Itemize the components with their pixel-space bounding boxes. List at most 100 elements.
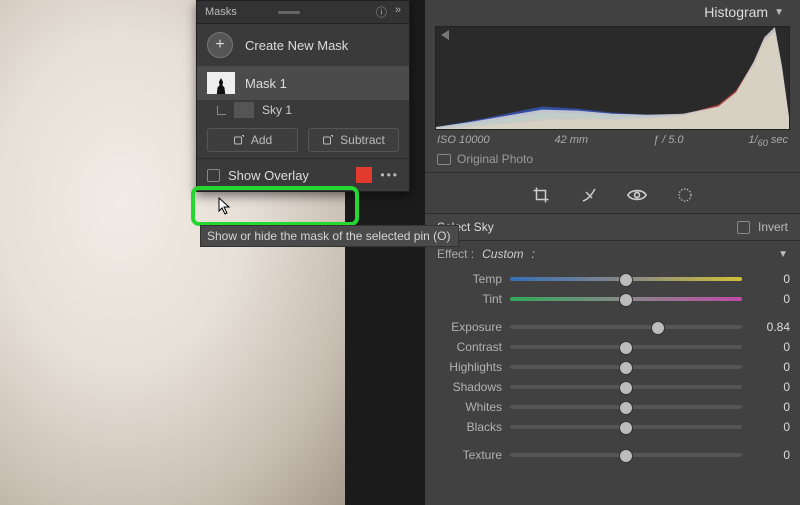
slider-label: Whites xyxy=(435,400,502,414)
slider-whites[interactable]: Whites 0 xyxy=(435,397,790,417)
create-mask-button[interactable]: + xyxy=(207,32,233,58)
effect-label: Effect : xyxy=(437,247,474,261)
slider-knob[interactable] xyxy=(619,401,633,415)
readout-shutter: 1/60 sec xyxy=(748,134,788,148)
overlay-color-swatch[interactable] xyxy=(356,167,372,183)
panel-grip-icon[interactable] xyxy=(278,11,300,14)
slider-track[interactable] xyxy=(510,292,742,306)
slider-knob[interactable] xyxy=(619,293,633,307)
slider-label: Exposure xyxy=(435,320,502,334)
clip-left-icon[interactable] xyxy=(441,30,449,40)
masks-panel[interactable]: Masks ⓘ » + Create New Mask Mask 1 Sky 1… xyxy=(196,0,410,192)
slider-track[interactable] xyxy=(510,340,742,354)
add-label: Add xyxy=(251,133,272,147)
original-photo-label: Original Photo xyxy=(457,152,533,166)
slider-knob[interactable] xyxy=(651,321,665,335)
right-panel: Histogram ▼ ISO 10000 42 mm ƒ / 5.0 1/60… xyxy=(425,0,800,505)
histogram-title: Histogram xyxy=(704,4,768,20)
subtract-button[interactable]: Subtract xyxy=(308,128,399,152)
tree-corner-icon xyxy=(217,106,226,115)
more-icon[interactable]: ••• xyxy=(380,168,399,182)
masks-title-label: Masks xyxy=(205,6,237,18)
mask-item[interactable]: Mask 1 xyxy=(197,66,409,100)
slider-label: Temp xyxy=(435,272,502,286)
readout-focal: 42 mm xyxy=(554,134,588,148)
slider-track[interactable] xyxy=(510,272,742,286)
slider-knob[interactable] xyxy=(619,421,633,435)
effect-suffix: : xyxy=(531,247,534,261)
tooltip-text: Show or hide the mask of the selected pi… xyxy=(207,229,450,243)
effect-row[interactable]: Effect : Custom : ▼ xyxy=(425,241,800,267)
slider-value: 0 xyxy=(750,400,790,414)
subtract-icon xyxy=(322,134,334,146)
show-overlay-label: Show Overlay xyxy=(228,168,309,183)
slider-knob[interactable] xyxy=(619,449,633,463)
info-icon[interactable]: ⓘ xyxy=(376,4,387,20)
slider-label: Shadows xyxy=(435,380,502,394)
slider-shadows[interactable]: Shadows 0 xyxy=(435,377,790,397)
slider-contrast[interactable]: Contrast 0 xyxy=(435,337,790,357)
slider-knob[interactable] xyxy=(619,381,633,395)
slider-track[interactable] xyxy=(510,420,742,434)
slider-knob[interactable] xyxy=(619,341,633,355)
heal-tool-icon[interactable] xyxy=(579,185,599,205)
create-mask-row[interactable]: + Create New Mask xyxy=(197,24,409,66)
slider-highlights[interactable]: Highlights0 xyxy=(435,357,790,377)
slider-value: 0 xyxy=(750,448,790,462)
tooltip: Show or hide the mask of the selected pi… xyxy=(200,225,459,247)
slider-knob[interactable] xyxy=(619,273,633,287)
slider-blacks[interactable]: Blacks0 xyxy=(435,417,790,437)
masks-title-icons: ⓘ » xyxy=(376,4,401,20)
slider-value: 0 xyxy=(750,340,790,354)
slider-texture[interactable]: Texture 0 xyxy=(435,445,790,465)
checkbox-icon xyxy=(437,154,451,165)
slider-value: 0 xyxy=(750,292,790,306)
slider-track[interactable] xyxy=(510,400,742,414)
slider-value: 0 xyxy=(750,420,790,434)
effect-value: Custom xyxy=(482,247,523,261)
slider-exposure[interactable]: Exposure 0.84 xyxy=(435,317,790,337)
slider-track[interactable] xyxy=(510,448,742,462)
slider-knob[interactable] xyxy=(619,361,633,375)
crop-tool-icon[interactable] xyxy=(531,185,551,205)
mask-item-label: Mask 1 xyxy=(245,76,287,91)
slider-group: Temp0Tint0Exposure0.84Contrast0Highlight… xyxy=(425,267,800,467)
histogram-header[interactable]: Histogram ▼ xyxy=(425,0,800,22)
masks-titlebar[interactable]: Masks ⓘ » xyxy=(197,1,409,24)
invert-checkbox[interactable] xyxy=(737,221,750,234)
tool-row xyxy=(425,177,800,213)
slider-value: 0 xyxy=(750,380,790,394)
slider-label: Texture xyxy=(435,448,502,462)
disclosure-icon[interactable]: ▼ xyxy=(778,249,788,260)
section-header: Select Sky Invert xyxy=(425,213,800,241)
histogram-readout: ISO 10000 42 mm ƒ / 5.0 1/60 sec xyxy=(437,134,788,148)
slider-label: Contrast xyxy=(435,340,502,354)
redeye-tool-icon[interactable] xyxy=(627,185,647,205)
original-photo-toggle[interactable]: Original Photo xyxy=(437,152,788,166)
slider-track[interactable] xyxy=(510,360,742,374)
slider-track[interactable] xyxy=(510,320,742,334)
slider-value: 0 xyxy=(750,272,790,286)
histogram-chart[interactable] xyxy=(435,26,790,130)
add-subtract-row: Add Subtract xyxy=(197,122,409,158)
add-button[interactable]: Add xyxy=(207,128,298,152)
subtract-label: Subtract xyxy=(340,133,385,147)
sky-thumb-icon xyxy=(234,102,254,118)
slider-value: 0.84 xyxy=(750,320,790,334)
slider-track[interactable] xyxy=(510,380,742,394)
create-mask-label: Create New Mask xyxy=(245,38,348,53)
chevron-down-icon: ▼ xyxy=(774,7,784,18)
slider-temp[interactable]: Temp 0 xyxy=(435,269,790,289)
mask-thumb-icon xyxy=(207,72,235,94)
mask-tool-icon[interactable] xyxy=(675,185,695,205)
mask-subitem-label: Sky 1 xyxy=(262,103,292,117)
collapse-icon[interactable]: » xyxy=(395,4,401,20)
add-icon xyxy=(233,134,245,146)
invert-label: Invert xyxy=(758,220,788,234)
readout-iso: ISO 10000 xyxy=(437,134,490,148)
show-overlay-row[interactable]: Show Overlay ••• xyxy=(197,158,409,191)
slider-value: 0 xyxy=(750,360,790,374)
slider-tint[interactable]: Tint0 xyxy=(435,289,790,309)
show-overlay-checkbox[interactable] xyxy=(207,169,220,182)
mask-subitem[interactable]: Sky 1 xyxy=(197,100,409,122)
